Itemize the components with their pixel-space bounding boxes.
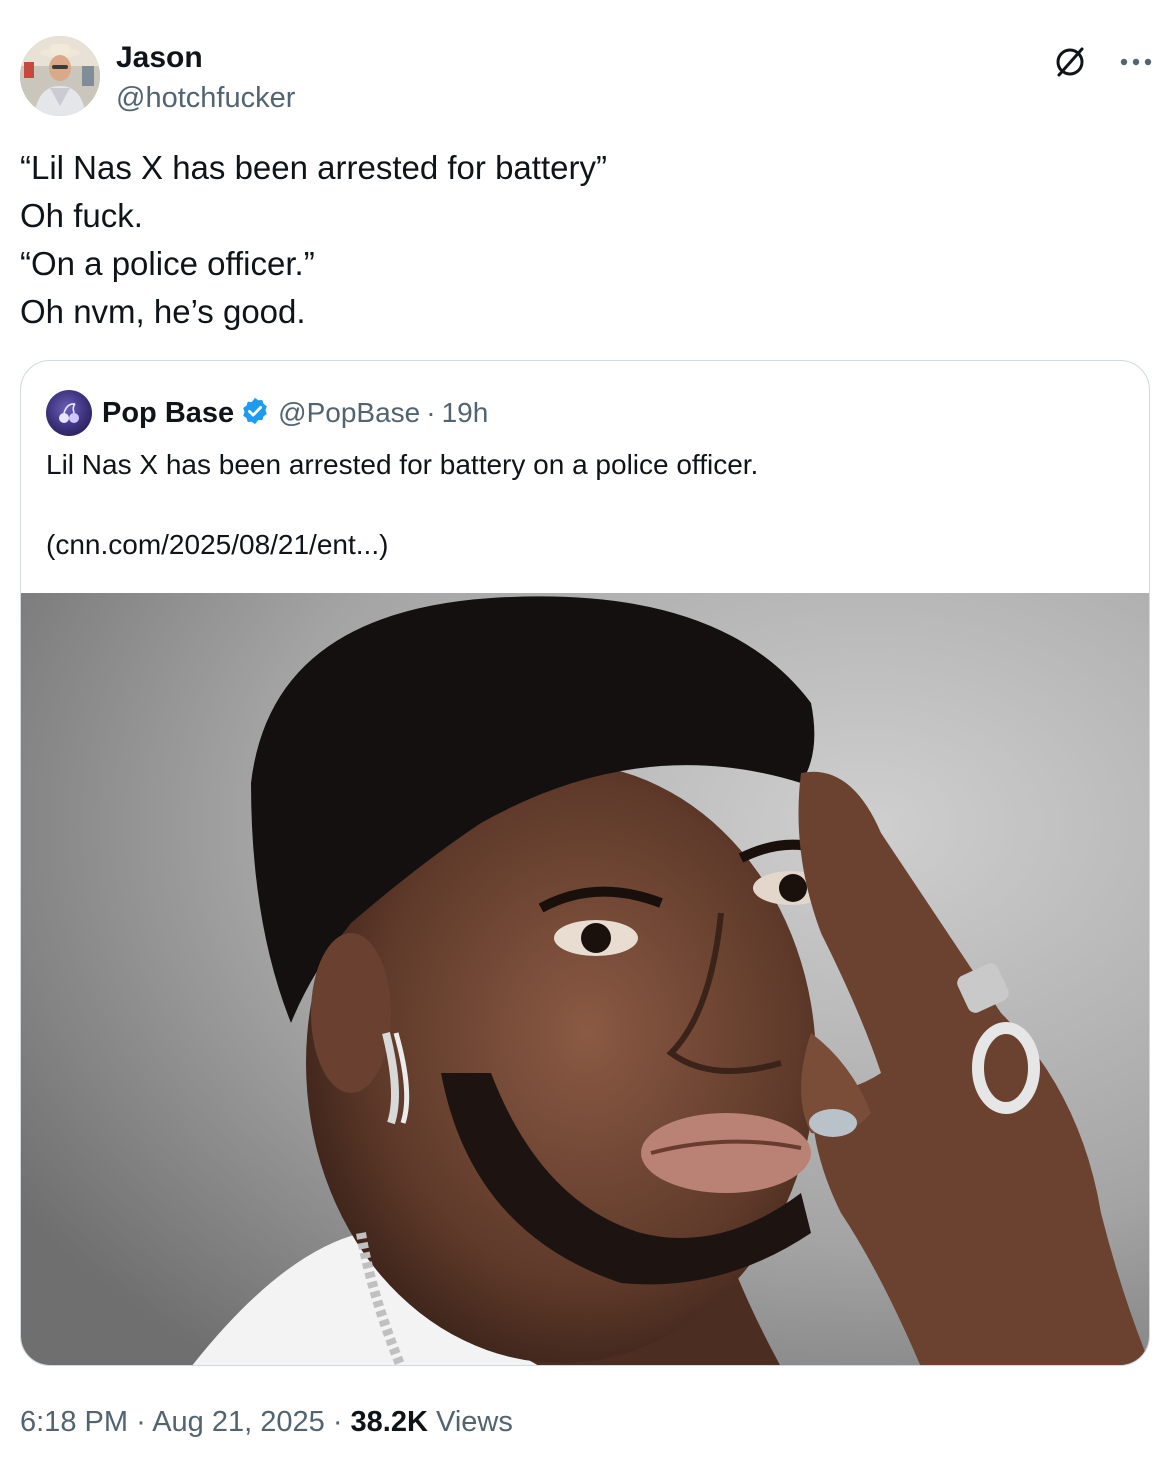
author-block[interactable]: Jason @hotchfucker	[116, 40, 295, 116]
quoted-avatar[interactable]	[46, 390, 92, 436]
tweet-time[interactable]: 6:18 PM	[20, 1406, 128, 1438]
quoted-body: Lil Nas X has been arrested for battery …	[46, 449, 759, 480]
tweet-line: Oh nvm, he’s good.	[20, 293, 306, 330]
more-icon[interactable]	[1116, 42, 1156, 82]
tweet-line: “Lil Nas X has been arrested for battery…	[20, 149, 607, 186]
quoted-handle[interactable]: @PopBase	[278, 397, 420, 429]
quoted-tweet[interactable]: Pop Base @PopBase · 19h Lil Nas X has be…	[20, 360, 1150, 1366]
avatar[interactable]	[20, 36, 100, 116]
display-name[interactable]: Jason	[116, 40, 295, 76]
tweet-date[interactable]: Aug 21, 2025	[152, 1406, 325, 1438]
grok-icon[interactable]	[1050, 42, 1090, 82]
views-label: Views	[436, 1406, 513, 1438]
quoted-header: Pop Base @PopBase · 19h	[46, 390, 489, 436]
verified-badge-icon	[240, 396, 270, 431]
views-count[interactable]: 38.2K	[351, 1406, 428, 1438]
tweet-meta: 6:18 PM · Aug 21, 2025 · 38.2K Views	[20, 1400, 513, 1444]
handle[interactable]: @hotchfucker	[116, 80, 295, 116]
quoted-text: Lil Nas X has been arrested for battery …	[46, 445, 1106, 565]
tweet-text: “Lil Nas X has been arrested for battery…	[20, 144, 1140, 336]
separator-dot: ·	[332, 1406, 343, 1438]
tweet: Jason @hotchfucker “Lil Nas X has been a…	[0, 0, 1176, 1468]
quoted-media-image[interactable]	[21, 593, 1149, 1365]
separator-dot: ·	[426, 397, 436, 428]
tweet-header: Jason @hotchfucker	[20, 36, 1156, 116]
header-actions	[1050, 42, 1156, 82]
separator-dot: ·	[136, 1406, 146, 1438]
quoted-display-name[interactable]: Pop Base	[102, 397, 234, 430]
tweet-line: “On a police officer.”	[20, 245, 315, 282]
quoted-link[interactable]: (cnn.com/2025/08/21/ent...)	[46, 525, 1106, 565]
tweet-line: Oh fuck.	[20, 197, 143, 234]
quoted-age[interactable]: 19h	[442, 397, 489, 429]
